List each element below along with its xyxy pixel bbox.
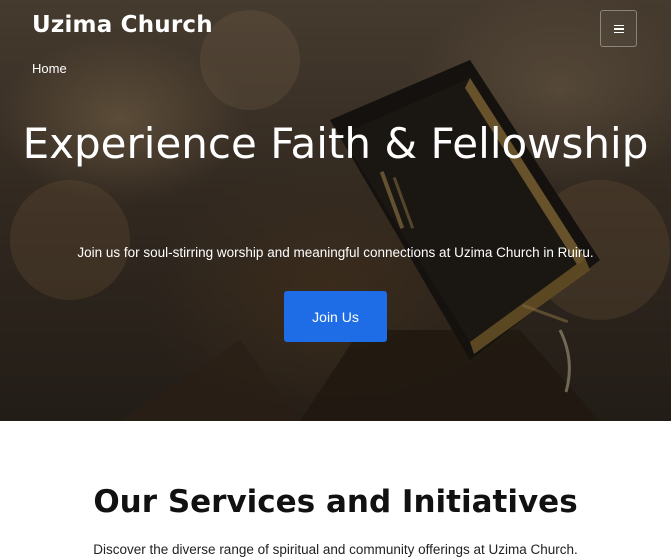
menu-toggle-button[interactable] — [600, 10, 637, 47]
hero-subheading: Join us for soul-stirring worship and me… — [77, 245, 594, 260]
services-heading: Our Services and Initiatives — [93, 484, 578, 520]
page: Uzima Church Home Experience Faith & Fel… — [0, 0, 671, 558]
hero-overlay — [0, 0, 671, 421]
breadcrumb[interactable]: Home — [32, 61, 67, 76]
join-us-button[interactable]: Join Us — [284, 291, 387, 342]
hero-section: Uzima Church Home Experience Faith & Fel… — [0, 0, 671, 421]
hamburger-menu-icon — [614, 25, 624, 34]
site-title[interactable]: Uzima Church — [32, 12, 213, 38]
services-subheading: Discover the diverse range of spiritual … — [93, 542, 578, 557]
hero-heading: Experience Faith & Fellowship — [22, 119, 649, 168]
